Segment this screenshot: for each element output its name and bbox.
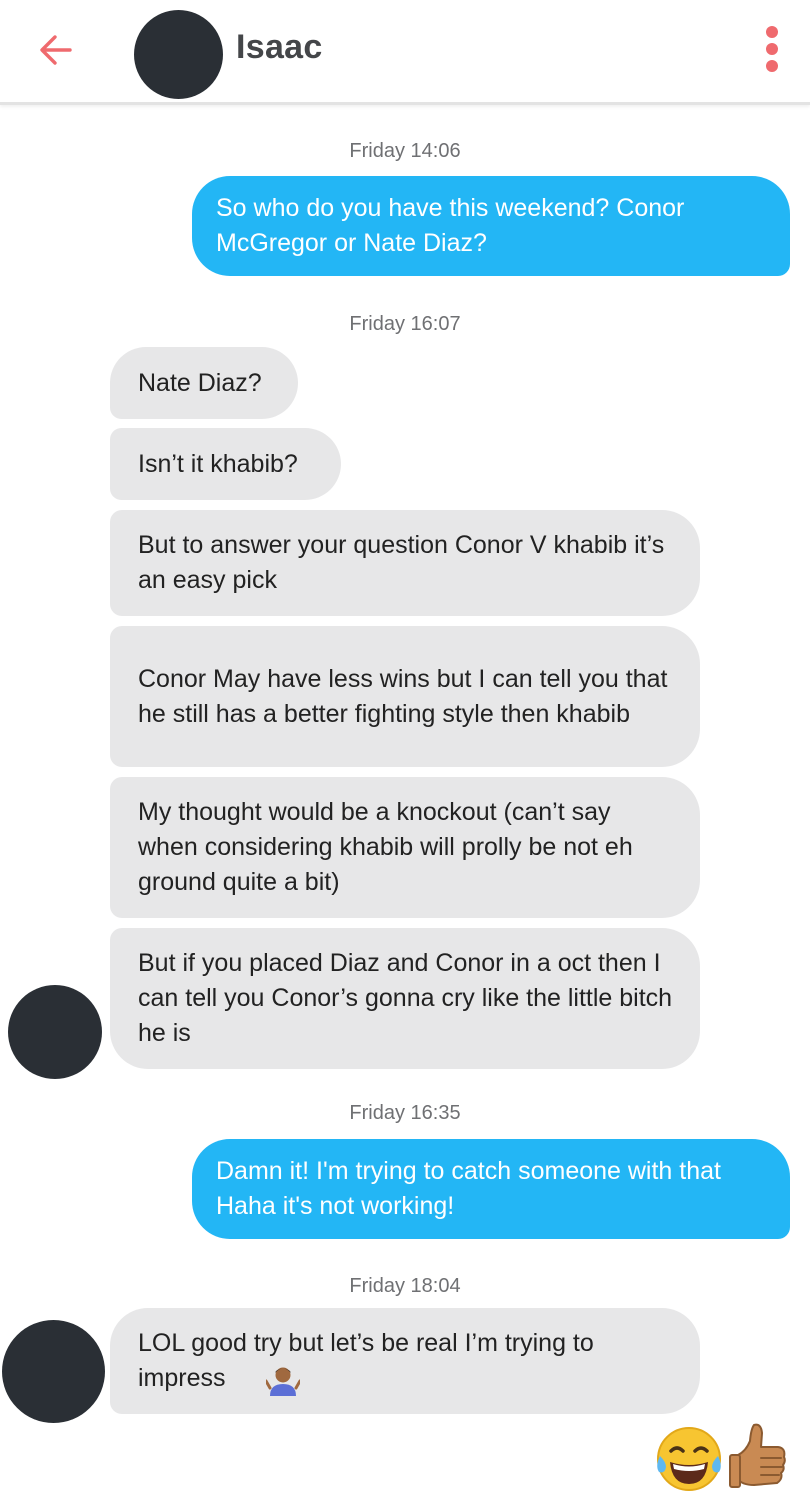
timestamp: Friday 16:35 bbox=[349, 1102, 461, 1124]
received-message[interactable]: Isn’t it khabib? bbox=[110, 428, 341, 500]
timestamp: Friday 18:04 bbox=[349, 1275, 461, 1297]
timestamp: Friday 14:06 bbox=[349, 140, 461, 162]
timestamp: Friday 16:07 bbox=[349, 313, 461, 335]
received-message[interactable]: Conor May have less wins but I can tell … bbox=[110, 626, 700, 767]
contact-avatar-small[interactable] bbox=[8, 985, 102, 1079]
chat-header: Isaac bbox=[0, 0, 810, 105]
back-button[interactable] bbox=[30, 24, 82, 76]
contact-avatar[interactable] bbox=[134, 10, 223, 99]
received-message[interactable]: Nate Diaz? bbox=[110, 347, 298, 419]
tears-of-joy-emoji[interactable] bbox=[654, 1424, 724, 1494]
sent-message[interactable]: Damn it! I'm trying to catch someone wit… bbox=[192, 1139, 790, 1239]
thumbs-up-icon bbox=[729, 1423, 786, 1488]
received-message[interactable]: My thought would be a knockout (can’t sa… bbox=[110, 777, 700, 918]
contact-avatar-small[interactable] bbox=[2, 1320, 105, 1423]
received-message[interactable]: But to answer your question Conor V khab… bbox=[110, 510, 700, 616]
message-text: LOL good try but let’s be real I’m tryin… bbox=[138, 1329, 594, 1392]
sent-message[interactable]: So who do you have this weekend? Conor M… bbox=[192, 176, 790, 276]
tears-of-joy-icon bbox=[657, 1427, 721, 1491]
received-message[interactable]: LOL good try but let’s be real I’m tryin… bbox=[110, 1308, 700, 1414]
thumbs-up-emoji[interactable] bbox=[728, 1421, 788, 1496]
arrow-left-icon bbox=[40, 35, 72, 65]
received-message[interactable]: But if you placed Diaz and Conor in a oc… bbox=[110, 928, 700, 1069]
person-shrugging-emoji bbox=[266, 1367, 300, 1396]
contact-name[interactable]: Isaac bbox=[236, 28, 323, 67]
more-options-button[interactable] bbox=[754, 22, 790, 76]
more-vertical-icon bbox=[766, 26, 778, 38]
